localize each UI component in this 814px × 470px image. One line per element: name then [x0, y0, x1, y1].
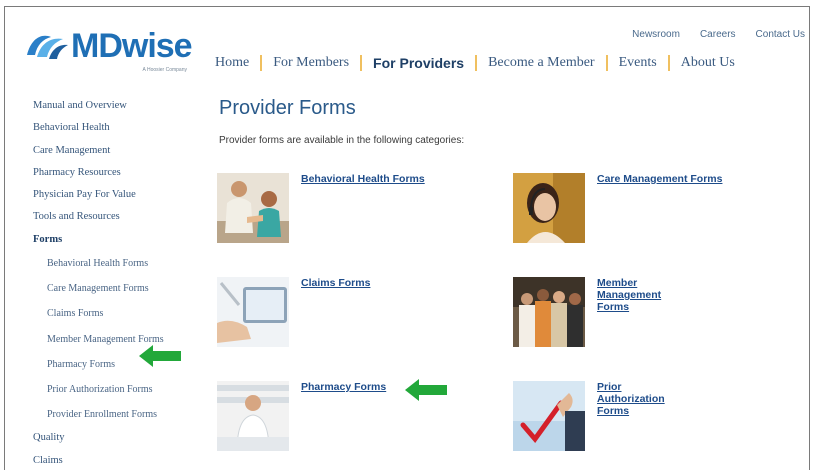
member-management-forms-link[interactable]: Member Management Forms — [597, 277, 661, 313]
main-nav: Home For Members For Providers Become a … — [215, 55, 746, 71]
claims-forms-link[interactable]: Claims Forms — [301, 277, 370, 289]
pharmacist-photo-icon — [217, 381, 289, 451]
sidebar-item-care-management[interactable]: Care Management — [33, 140, 203, 162]
nav-home[interactable]: Home — [215, 55, 260, 71]
behavioral-health-forms-link[interactable]: Behavioral Health Forms — [301, 173, 425, 185]
logo-wordmark: MDwise — [71, 27, 193, 65]
mdwise-logo[interactable]: MDwise A Hoosier Company — [25, 27, 193, 75]
sidebar-subitem-care-management-forms[interactable]: Care Management Forms — [33, 276, 203, 301]
counseling-photo-icon — [217, 173, 289, 243]
nav-newsroom[interactable]: Newsroom — [632, 29, 680, 40]
sidebar-item-quality[interactable]: Quality — [33, 427, 203, 449]
nav-about-us[interactable]: About Us — [667, 55, 746, 71]
nav-become-a-member[interactable]: Become a Member — [475, 55, 606, 71]
sidebar-item-physician-pay[interactable]: Physician Pay For Value — [33, 184, 203, 206]
nav-contact-us[interactable]: Contact Us — [756, 29, 805, 40]
page-title: Provider Forms — [219, 97, 356, 119]
sidebar-subitem-behavioral-health-forms[interactable]: Behavioral Health Forms — [33, 251, 203, 276]
mdwise-logo-icon — [27, 35, 68, 59]
care-management-forms-link[interactable]: Care Management Forms — [597, 173, 722, 185]
sidebar-item-pharmacy-resources[interactable]: Pharmacy Resources — [33, 162, 203, 184]
arrow-left-icon — [405, 379, 447, 401]
sidebar-subitem-claims-forms[interactable]: Claims Forms — [33, 301, 203, 326]
headset-agent-photo-icon — [513, 173, 585, 243]
sidebar-item-behavioral-health[interactable]: Behavioral Health — [33, 117, 203, 139]
nav-for-members[interactable]: For Members — [260, 55, 360, 71]
sidebar-item-forms[interactable]: Forms — [33, 229, 203, 251]
logo-tagline: A Hoosier Company — [142, 67, 187, 73]
utility-nav: Newsroom Careers Contact Us — [632, 29, 805, 40]
sidebar-item-manual-overview[interactable]: Manual and Overview — [33, 95, 203, 117]
page-frame: MDwise A Hoosier Company Newsroom Career… — [4, 6, 810, 470]
checkmark-photo-icon — [513, 381, 585, 451]
sidebar-subitem-provider-enrollment-forms[interactable]: Provider Enrollment Forms — [33, 402, 203, 427]
tablet-photo-icon — [217, 277, 289, 347]
nav-events[interactable]: Events — [605, 55, 668, 71]
pharmacy-forms-link[interactable]: Pharmacy Forms — [301, 381, 386, 393]
sidebar-item-tools-resources[interactable]: Tools and Resources — [33, 206, 203, 228]
arrow-left-icon — [139, 345, 181, 367]
intro-text: Provider forms are available in the foll… — [219, 135, 465, 146]
sidebar-item-claims[interactable]: Claims — [33, 450, 203, 470]
group-photo-icon — [513, 277, 585, 347]
nav-for-providers[interactable]: For Providers — [360, 55, 475, 71]
nav-careers[interactable]: Careers — [700, 29, 736, 40]
sidebar-subitem-prior-authorization-forms[interactable]: Prior Authorization Forms — [33, 377, 203, 402]
sidebar: Manual and Overview Behavioral Health Ca… — [33, 95, 203, 470]
prior-authorization-forms-link[interactable]: Prior Authorization Forms — [597, 381, 665, 417]
